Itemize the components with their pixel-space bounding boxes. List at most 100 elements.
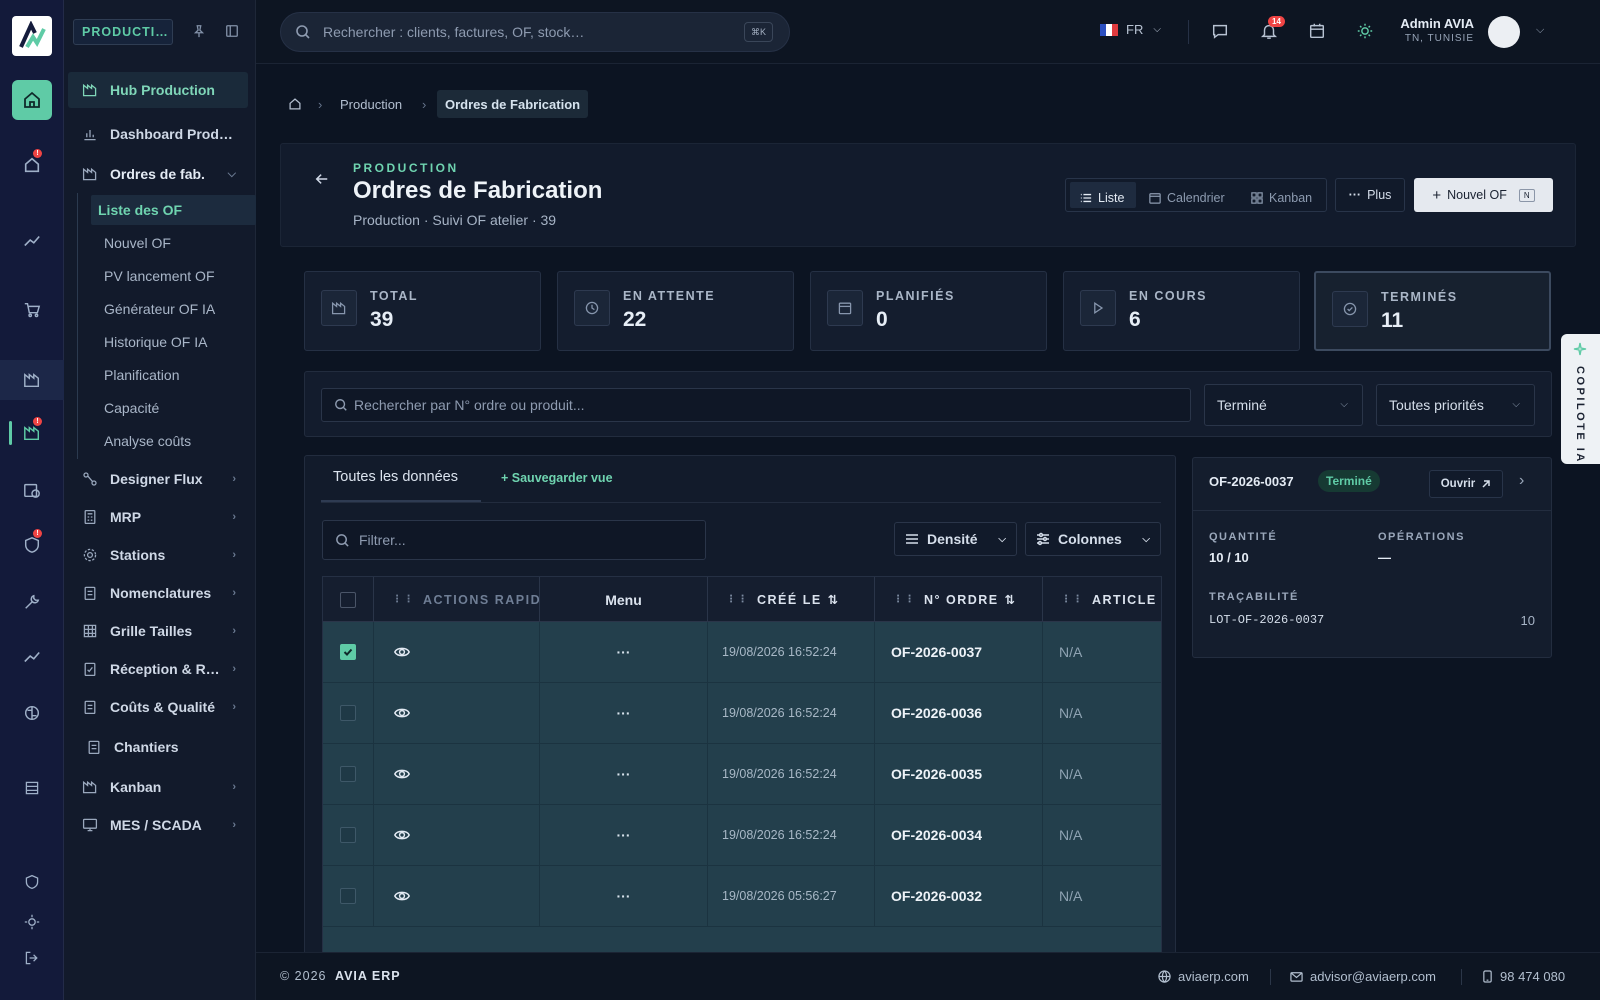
- new-of-button[interactable]: + Nouvel OF N: [1414, 178, 1553, 212]
- sidebar-item-stations[interactable]: Stations ›: [68, 537, 248, 573]
- row-checkbox[interactable]: [340, 888, 356, 904]
- col-article-header[interactable]: ⋮⋮ ARTICLE / PRODUIT: [1043, 577, 1161, 622]
- rail-production-icon[interactable]: !: [0, 413, 64, 453]
- footer-phone-link[interactable]: 98 474 080: [1482, 969, 1565, 984]
- bell-icon[interactable]: 14: [1260, 16, 1285, 40]
- more-icon[interactable]: ···: [617, 766, 631, 782]
- row-checkbox[interactable]: [340, 644, 356, 660]
- app-logo[interactable]: [12, 16, 52, 56]
- more-icon[interactable]: ···: [617, 827, 631, 843]
- sidebar-item-grille-tailles[interactable]: Grille Tailles ›: [68, 613, 248, 649]
- sidebar-item-dashboard[interactable]: Dashboard Prod…: [68, 116, 248, 152]
- sidebar-item-mes-scada[interactable]: MES / SCADA ›: [68, 807, 248, 843]
- eye-icon[interactable]: [394, 888, 410, 904]
- table-row[interactable]: ··· 19/08/2026 16:52:24 OF-2026-0035 N/A: [323, 744, 1161, 805]
- rail-shield-icon[interactable]: !: [0, 525, 64, 565]
- sidebar-item-ordres-fab[interactable]: Ordres de fab. ⌵: [68, 156, 248, 192]
- stat-en-attente[interactable]: EN ATTENTE 22: [557, 271, 794, 351]
- subitem-liste-des-of[interactable]: Liste des OF: [91, 195, 256, 225]
- module-tag[interactable]: PRODUCTI…: [73, 19, 173, 45]
- stat-total[interactable]: TOTAL 39: [304, 271, 541, 351]
- collapse-sidebar-icon[interactable]: [225, 24, 239, 38]
- chevron-right-icon[interactable]: ›: [1519, 472, 1524, 490]
- select-all-checkbox[interactable]: [340, 591, 356, 608]
- stat-planifies[interactable]: PLANIFIÉS 0: [810, 271, 1047, 351]
- stat-termines[interactable]: TERMINÉS 11: [1314, 271, 1551, 351]
- rail-calendar-clock-icon[interactable]: [0, 470, 64, 510]
- col-created-header[interactable]: ⋮⋮ CRÉÉ LE ⇅: [708, 577, 875, 622]
- copilot-tab[interactable]: COPILOTE IA: [1561, 334, 1600, 464]
- sidebar-item-nomenclatures[interactable]: Nomenclatures ›: [68, 575, 248, 611]
- sidebar-item-couts-qualite[interactable]: Coûts & Qualité ›: [68, 689, 248, 725]
- table-row[interactable]: ··· 19/08/2026 16:52:24 OF-2026-0037 N/A: [323, 622, 1161, 683]
- chat-icon[interactable]: [1211, 22, 1229, 40]
- rail-building-icon[interactable]: [0, 768, 64, 808]
- density-button[interactable]: Densité ⌵: [894, 522, 1017, 556]
- subitem-capacite[interactable]: Capacité: [91, 393, 256, 423]
- sidebar-item-kanban[interactable]: Kanban ›: [68, 769, 248, 805]
- row-checkbox[interactable]: [340, 766, 356, 782]
- view-calendar-button[interactable]: Calendrier: [1149, 183, 1225, 213]
- rail-home-button[interactable]: [12, 80, 52, 120]
- subitem-nouvel-of[interactable]: Nouvel OF: [91, 228, 256, 258]
- eye-icon[interactable]: [394, 705, 410, 721]
- stat-en-cours[interactable]: EN COURS 6: [1063, 271, 1300, 351]
- save-view-button[interactable]: + Sauvegarder vue: [501, 471, 613, 485]
- rail-security-icon[interactable]: [0, 862, 64, 902]
- row-order-number[interactable]: OF-2026-0034: [875, 805, 1043, 865]
- rail-home-alt-button[interactable]: !: [0, 145, 64, 185]
- avatar[interactable]: [1488, 16, 1520, 48]
- language-selector[interactable]: FR ⌵: [1100, 22, 1161, 37]
- back-arrow-icon[interactable]: [315, 172, 329, 186]
- sidebar-item-reception[interactable]: Réception & R… ›: [68, 651, 248, 687]
- footer-email-link[interactable]: advisor@aviaerp.com: [1290, 969, 1436, 984]
- row-order-number[interactable]: OF-2026-0035: [875, 744, 1043, 804]
- more-button[interactable]: ··· Plus: [1335, 178, 1405, 212]
- rail-factory-icon[interactable]: [0, 360, 64, 400]
- sidebar-item-chantiers[interactable]: Chantiers: [68, 729, 248, 765]
- status-filter-select[interactable]: Terminé ⌵: [1204, 384, 1363, 426]
- table-row[interactable]: ··· 19/08/2026 16:52:24 OF-2026-0034 N/A: [323, 805, 1161, 866]
- user-info[interactable]: Admin AVIA TN, TUNISIE: [1356, 16, 1474, 44]
- row-order-number[interactable]: OF-2026-0036: [875, 683, 1043, 743]
- footer-website-link[interactable]: aviaerp.com: [1158, 969, 1249, 984]
- rail-logout-icon[interactable]: [0, 938, 64, 978]
- open-order-button[interactable]: Ouvrir: [1429, 470, 1503, 498]
- row-order-number[interactable]: OF-2026-0037: [875, 622, 1043, 682]
- sidebar-item-mrp[interactable]: MRP ›: [68, 499, 248, 535]
- subitem-pv-lancement[interactable]: PV lancement OF: [91, 261, 256, 291]
- view-kanban-button[interactable]: Kanban: [1251, 183, 1312, 213]
- row-checkbox[interactable]: [340, 827, 356, 843]
- table-row[interactable]: ··· 19/08/2026 05:56:27 OF-2026-0032 N/A: [323, 866, 1161, 927]
- row-order-number[interactable]: OF-2026-0032: [875, 866, 1043, 926]
- columns-button[interactable]: Colonnes ⌵: [1025, 522, 1161, 556]
- row-checkbox[interactable]: [340, 705, 356, 721]
- subitem-planification[interactable]: Planification: [91, 360, 256, 390]
- more-icon[interactable]: ···: [617, 644, 631, 660]
- col-order-header[interactable]: ⋮⋮ N° ORDRE ⇅: [875, 577, 1043, 622]
- rail-brain-icon[interactable]: [0, 693, 64, 733]
- breadcrumb-production[interactable]: Production: [340, 90, 402, 118]
- tab-all-data[interactable]: Toutes les données: [333, 469, 458, 485]
- table-filter-input[interactable]: Filtrer...: [322, 520, 706, 560]
- eye-icon[interactable]: [394, 766, 410, 782]
- rail-analytics-icon[interactable]: [0, 637, 64, 677]
- eye-icon[interactable]: [394, 827, 410, 843]
- col-actions-header[interactable]: ⋮⋮ ACTIONS RAPIDES: [374, 577, 540, 622]
- rail-wrench-icon[interactable]: [0, 582, 64, 622]
- col-menu-header[interactable]: Menu: [540, 577, 708, 622]
- breadcrumb-home-icon[interactable]: [288, 90, 302, 118]
- priority-filter-select[interactable]: Toutes priorités ⌵: [1376, 384, 1535, 426]
- global-search-input[interactable]: Rechercher : clients, factures, OF, stoc…: [280, 12, 790, 52]
- table-row[interactable]: ··· 19/08/2026 16:52:24 OF-2026-0036 N/A: [323, 683, 1161, 744]
- eye-icon[interactable]: [394, 644, 410, 660]
- rail-cart-icon[interactable]: [0, 290, 64, 330]
- order-search-input[interactable]: Rechercher par N° ordre ou produit...: [321, 388, 1191, 422]
- calendar-icon[interactable]: [1308, 22, 1326, 40]
- subitem-historique-of-ia[interactable]: Historique OF IA: [91, 327, 256, 357]
- rail-trend-icon[interactable]: [0, 221, 64, 261]
- pin-icon[interactable]: [192, 24, 206, 38]
- sidebar-item-designer-flux[interactable]: Designer Flux ›: [68, 461, 248, 497]
- subitem-generateur-of-ia[interactable]: Générateur OF IA: [91, 294, 256, 324]
- view-list-button[interactable]: Liste: [1080, 183, 1124, 213]
